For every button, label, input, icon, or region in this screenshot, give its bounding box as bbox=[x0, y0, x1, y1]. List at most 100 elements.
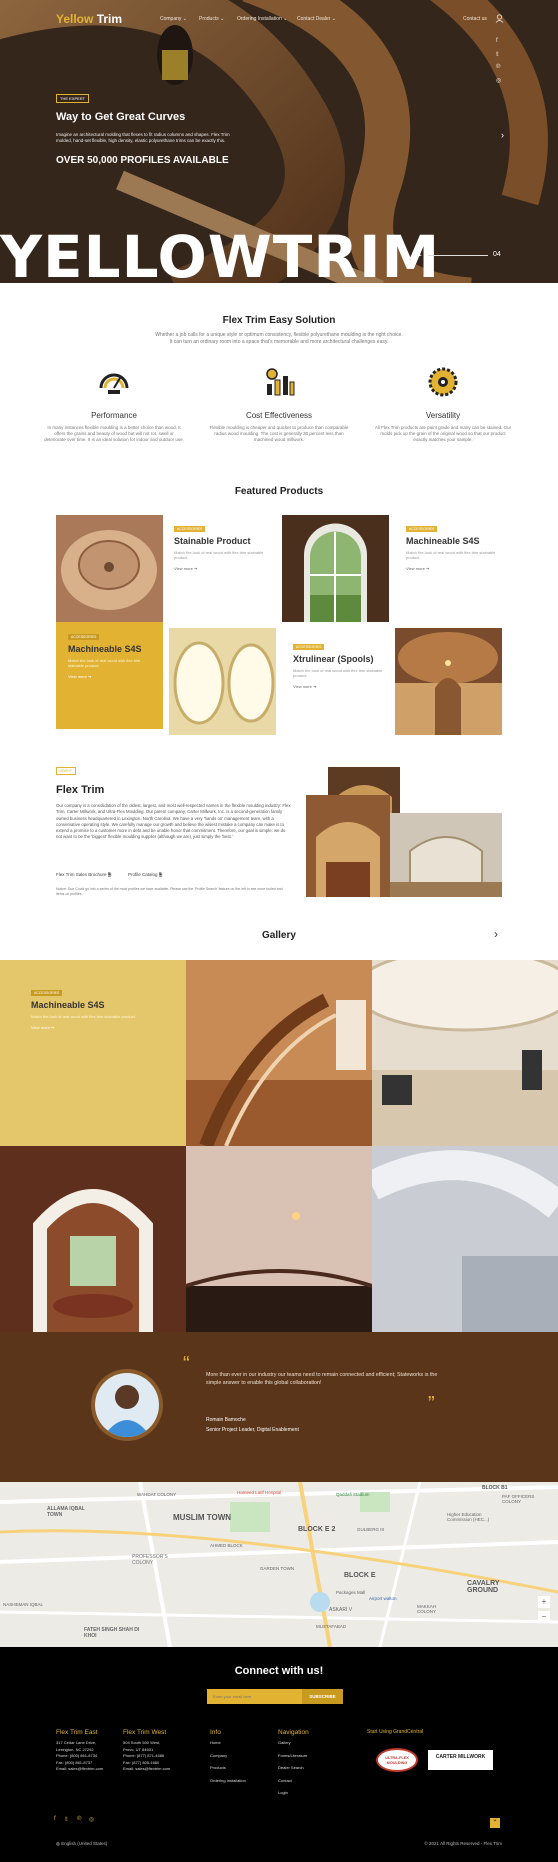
footer-pinterest-icon[interactable]: ℗ bbox=[77, 1816, 81, 1822]
hero-tag: THE EXPERT bbox=[56, 94, 90, 103]
testimonial-section bbox=[0, 1332, 558, 1482]
newsletter-email-input[interactable] bbox=[207, 1689, 302, 1704]
ultra-flex-logo[interactable]: ULTRA-FLEX MOULDING bbox=[376, 1748, 418, 1772]
product-card-stainable[interactable]: ACCESSORIES Stainable Product Match the … bbox=[174, 526, 274, 616]
product-image-ceiling-medallion[interactable] bbox=[56, 515, 163, 622]
map-label: Hameed Latif Hospital bbox=[237, 1490, 282, 1495]
globe-icon: ◍ bbox=[56, 1841, 60, 1846]
footer-col-partners: Start Using GrandCentral bbox=[367, 1729, 423, 1739]
map-zoom-in-button[interactable]: + bbox=[538, 1596, 550, 1608]
subscribe-button[interactable]: SUBSCRIBE bbox=[302, 1689, 343, 1704]
footer-link-gallery[interactable]: Gallery bbox=[278, 1740, 309, 1747]
map[interactable]: ALLAMA IQBAL TOWN WAHDAT COLONY MUSLIM T… bbox=[0, 1482, 558, 1647]
footer-address: 317 Cedar Lane Drive, bbox=[56, 1740, 97, 1745]
footer-link-contact[interactable]: Contact bbox=[278, 1778, 309, 1785]
view-more-link[interactable]: View more ➜ bbox=[174, 566, 274, 571]
product-text: Match the look of real wood with flex tr… bbox=[174, 550, 264, 560]
twitter-icon[interactable]: 𝕥 bbox=[496, 51, 499, 58]
product-image-oval-windows[interactable] bbox=[169, 628, 276, 735]
footer-link-login[interactable]: Login bbox=[278, 1790, 309, 1797]
view-more-link[interactable]: View more ➜ bbox=[293, 684, 393, 689]
footer-link-forms[interactable]: Forms/Literature bbox=[278, 1753, 309, 1760]
gallery-tile-1[interactable]: ACCESSORIES Machineable S4S Match the lo… bbox=[0, 960, 186, 1146]
map-zoom-out-button[interactable]: − bbox=[538, 1611, 550, 1623]
instagram-icon[interactable]: ◎ bbox=[496, 77, 501, 84]
gallery-next-icon[interactable]: › bbox=[494, 927, 498, 941]
pinterest-icon[interactable]: ℗ bbox=[496, 64, 500, 70]
product-title: Machineable S4S bbox=[68, 644, 142, 654]
language-selector[interactable]: ◍ English (United States) bbox=[56, 1841, 107, 1847]
gallery-tile-staircase[interactable] bbox=[186, 960, 372, 1146]
product-badge: ACCESSORIES bbox=[68, 634, 100, 640]
nav-item-company[interactable]: Company ⌄ bbox=[160, 16, 187, 22]
testimonial-role: Senior Project Leader, Digital Enablemen… bbox=[206, 1427, 299, 1433]
product-card-machineable-2[interactable]: ACCESSORIES Machineable S4S Match the lo… bbox=[56, 622, 163, 729]
gallery-tile-ceiling[interactable] bbox=[372, 1146, 558, 1332]
product-badge: ACCESSORIES bbox=[406, 526, 438, 532]
footer-link-company[interactable]: Company bbox=[210, 1753, 246, 1760]
user-icon[interactable] bbox=[495, 14, 504, 23]
site-logo[interactable]: Yellow Trim bbox=[56, 12, 122, 26]
facebook-icon[interactable]: f bbox=[496, 38, 498, 44]
easy-solution-title: Flex Trim Easy Solution bbox=[222, 315, 336, 326]
footer-phone: Phone: (877) 871-4586 bbox=[123, 1753, 165, 1758]
hero-description: Imagine an architectural molding that fl… bbox=[56, 132, 230, 143]
map-label: WAHDAT COLONY bbox=[137, 1492, 177, 1497]
brochure-link[interactable]: Flex Trim Sales Brochure 🗎 bbox=[56, 871, 111, 879]
map-label: BLOCK E 2 bbox=[298, 1526, 336, 1533]
product-image-arched-window[interactable] bbox=[282, 515, 389, 622]
footer-facebook-icon[interactable]: f bbox=[54, 1816, 56, 1822]
gallery-view-more-link[interactable]: View more ➜ bbox=[31, 1025, 151, 1030]
about-tag: ABOUT bbox=[56, 767, 77, 775]
map-label: Qaddafi Stadium bbox=[336, 1492, 370, 1497]
product-image-ceiling-room[interactable] bbox=[395, 628, 502, 735]
footer-instagram-icon[interactable]: ◎ bbox=[89, 1816, 94, 1823]
map-label: FATEH SINGH SHAH DI KHOI bbox=[84, 1627, 140, 1639]
view-more-link[interactable]: View more ➜ bbox=[68, 674, 151, 679]
hero-next-arrow-icon[interactable]: › bbox=[501, 130, 504, 140]
footer-twitter-icon[interactable]: 𝕥 bbox=[65, 1816, 68, 1823]
product-title: Machineable S4S bbox=[406, 536, 480, 546]
carter-millwork-logo[interactable]: CARTER MILLWORK bbox=[428, 1750, 493, 1770]
gallery-tile-hallway[interactable] bbox=[186, 1146, 372, 1332]
map-label: GARDEN TOWN bbox=[260, 1566, 295, 1571]
footer-link-dealer[interactable]: Dealer Search bbox=[278, 1765, 309, 1772]
product-text: Match the look of real wood with flex tr… bbox=[406, 550, 496, 560]
product-text: Match the look of real wood with flex tr… bbox=[68, 658, 141, 668]
hero-watermark: YELLOWTRIM bbox=[0, 223, 441, 283]
hero-profiles-count: OVER 50,000 PROFILES AVAILABLE bbox=[56, 155, 229, 166]
back-to-top-button[interactable]: ⌃ bbox=[490, 1818, 500, 1828]
nav-item-contact-dealer[interactable]: Contact Dealer ⌄ bbox=[297, 16, 336, 22]
product-card-xtrulinear[interactable]: ACCESSORIES Xtrulinear (Spools) Match th… bbox=[293, 644, 393, 734]
footer-col-east: Flex Trim East 317 Cedar Lane Drive, Lex… bbox=[56, 1729, 103, 1773]
footer-email[interactable]: Email: sales@flextrim.com bbox=[56, 1766, 103, 1773]
catalog-link[interactable]: Profile Catalog 🗎 bbox=[128, 871, 162, 879]
slide-current: 01 bbox=[414, 251, 422, 258]
gallery-tile-rotunda[interactable] bbox=[372, 960, 558, 1146]
nav-item-ordering-installation[interactable]: Ordering Installation ⌄ bbox=[237, 16, 287, 22]
nav-item-products[interactable]: Products ⌄ bbox=[199, 16, 224, 22]
feature-text-cost: Flexible moulding is cheaper and quicker… bbox=[209, 425, 349, 442]
product-badge: ACCESSORIES bbox=[293, 644, 325, 650]
footer-col-west: Flex Trim West 504 South 500 West, Provo… bbox=[123, 1729, 170, 1773]
footer-heading: Navigation bbox=[278, 1729, 309, 1736]
map-label: MUSLIM TOWN bbox=[173, 1513, 232, 1522]
product-card-machineable-1[interactable]: ACCESSORIES Machineable S4S Match the lo… bbox=[406, 526, 506, 616]
product-title: Stainable Product bbox=[174, 536, 251, 546]
money-chart-icon bbox=[266, 368, 295, 396]
gallery-overlay-text: Match the look of real wood with flex tr… bbox=[31, 1014, 136, 1019]
gallery-tile-library[interactable] bbox=[0, 1146, 186, 1332]
view-more-link[interactable]: View more ➜ bbox=[406, 566, 506, 571]
open-quote-icon: “ bbox=[183, 1353, 190, 1375]
footer-link-products[interactable]: Products bbox=[210, 1765, 246, 1772]
product-text: Match the look of real wood with flex tr… bbox=[293, 668, 383, 678]
footer-heading: Flex Trim West bbox=[123, 1729, 167, 1736]
footer-email[interactable]: Email: sales@flextrim.com bbox=[123, 1766, 170, 1773]
testimonial-quote: More than ever in our industry our teams… bbox=[206, 1372, 438, 1386]
gallery-overlay-title: Machineable S4S bbox=[31, 1000, 105, 1010]
footer-link-ordering[interactable]: Ordering Installation bbox=[210, 1778, 246, 1785]
contact-us-link[interactable]: Contact us bbox=[463, 16, 487, 22]
about-title: Flex Trim bbox=[56, 784, 105, 796]
footer-link-home[interactable]: Home bbox=[210, 1740, 246, 1747]
gallery-title: Gallery bbox=[262, 930, 296, 941]
